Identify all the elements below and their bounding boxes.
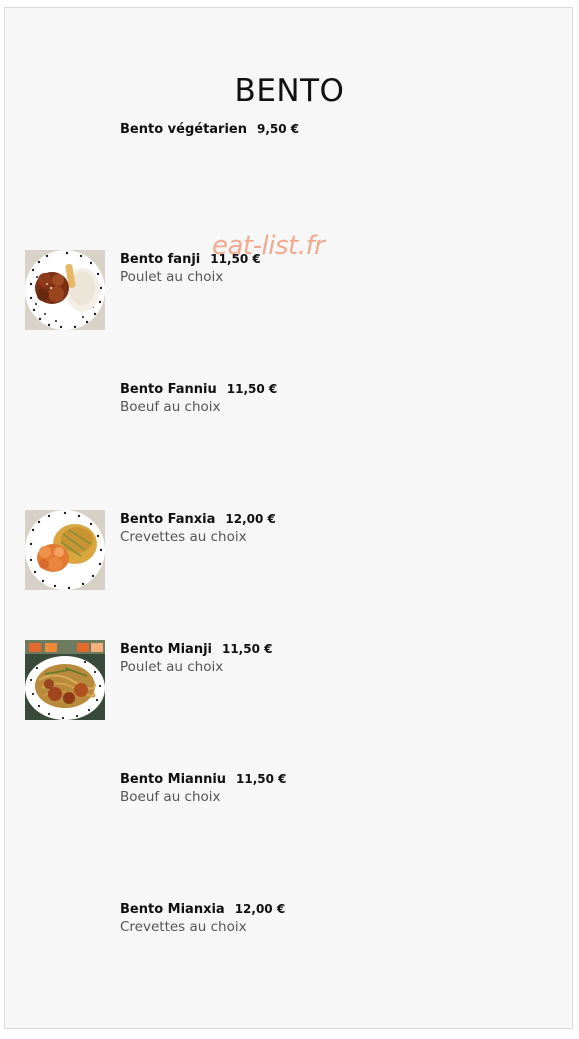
- dish-photo-chicken-rice[interactable]: [25, 250, 105, 330]
- item-description: Boeuf au choix: [120, 399, 221, 415]
- item-name-line: Bento Mianniu 11,50 €: [120, 770, 287, 789]
- item-name-line: Bento Mianji 11,50 €: [120, 640, 272, 659]
- menu-item[interactable]: Bento Fanxia 12,00 € Crevettes au choix: [0, 510, 579, 630]
- item-name: Bento fanji: [120, 252, 201, 267]
- item-name: Bento Fanxia: [120, 512, 216, 527]
- page-title: BENTO: [234, 72, 345, 109]
- item-price: 11,50 €: [221, 642, 273, 656]
- item-description: Crevettes au choix: [120, 529, 247, 545]
- item-name-line: Bento végétarien 9,50 €: [120, 120, 299, 139]
- dish-photo-shrimp-rice[interactable]: [25, 510, 105, 590]
- dish-photo-chicken-noodles[interactable]: [25, 640, 105, 720]
- item-price: 12,00 €: [225, 512, 276, 526]
- menu-item[interactable]: Bento fanji 11,50 € Poulet au choix: [0, 250, 579, 370]
- item-price: 9,50 €: [257, 122, 300, 136]
- menu-item[interactable]: Bento végétarien 9,50 €: [0, 120, 579, 240]
- item-name: Bento Mianniu: [120, 772, 227, 787]
- item-name-line: Bento Fanxia 12,00 €: [120, 510, 276, 529]
- menu-item[interactable]: Bento Mianniu 11,50 € Boeuf au choix: [0, 770, 579, 890]
- item-description: Boeuf au choix: [120, 789, 221, 805]
- item-price: 11,50 €: [226, 382, 278, 396]
- menu-item[interactable]: Bento Mianji 11,50 € Poulet au choix: [0, 640, 579, 760]
- item-name: Bento végétarien: [120, 122, 247, 137]
- watermark: eat-list.fr: [212, 231, 325, 261]
- item-price: 12,00 €: [234, 902, 286, 916]
- item-name-line: Bento Mianxia 12,00 €: [120, 900, 285, 919]
- item-name: Bento Mianxia: [120, 902, 225, 917]
- item-description: Poulet au choix: [120, 659, 224, 675]
- item-price: 11,50 €: [236, 772, 287, 786]
- item-name-line: Bento Fanniu 11,50 €: [120, 380, 277, 399]
- item-name: Bento Fanniu: [120, 382, 217, 397]
- item-description: Crevettes au choix: [120, 919, 247, 935]
- item-description: Poulet au choix: [120, 269, 224, 285]
- menu-item[interactable]: Bento Fanniu 11,50 € Boeuf au choix: [0, 380, 579, 500]
- item-name: Bento Mianji: [120, 642, 212, 657]
- menu-item[interactable]: Bento Mianxia 12,00 € Crevettes au choix: [0, 900, 579, 1020]
